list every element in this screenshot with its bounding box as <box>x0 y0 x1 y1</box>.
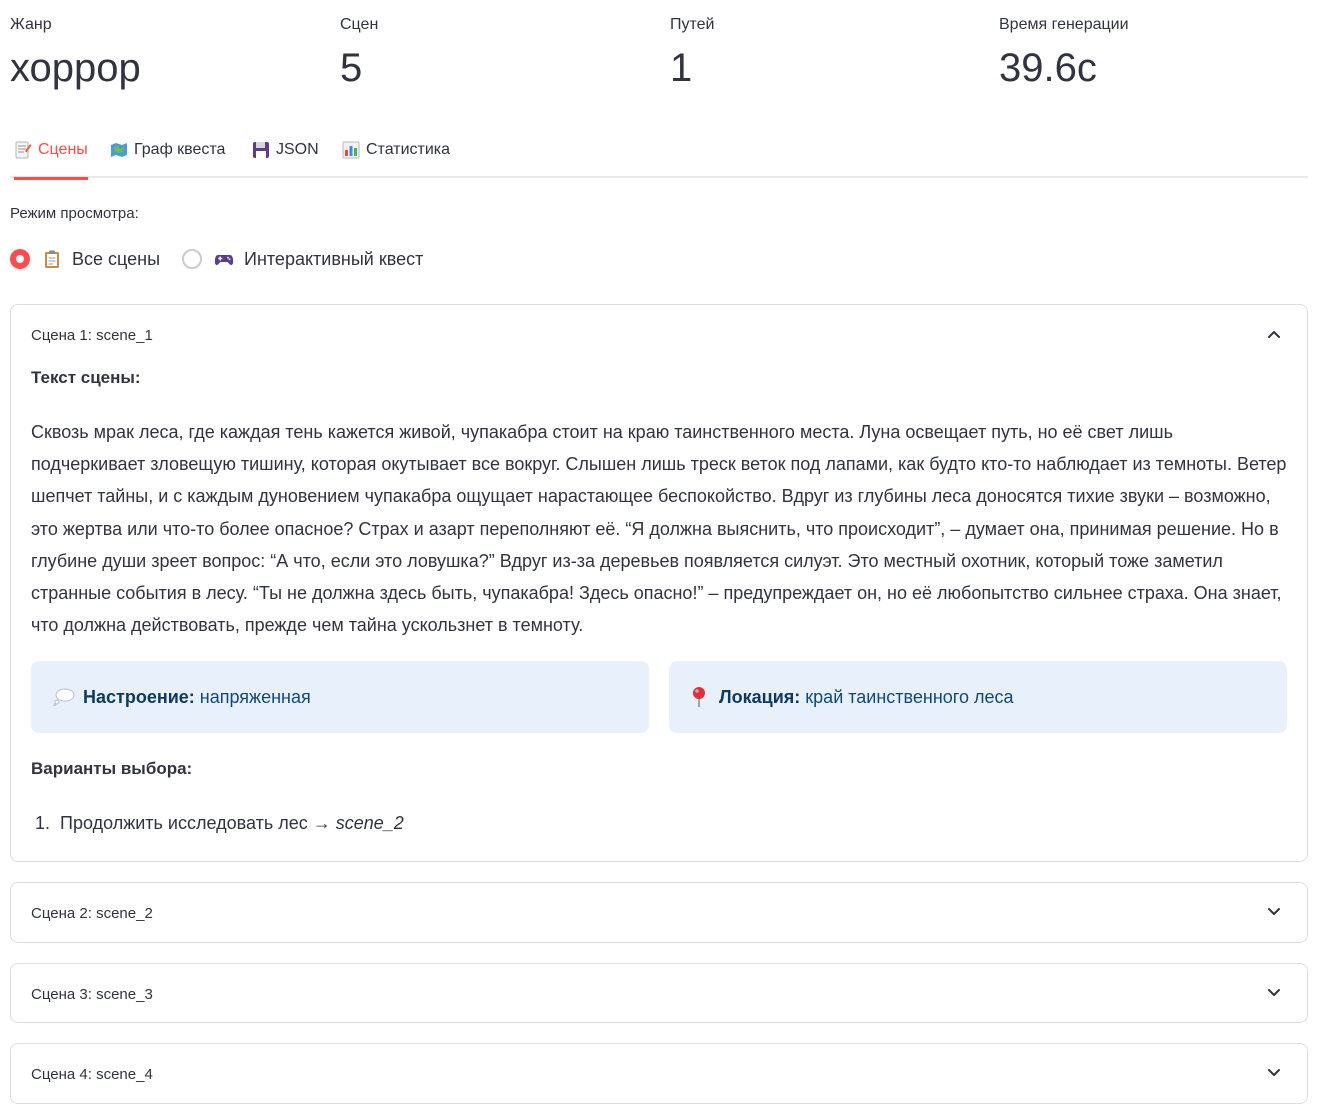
metric-value: 39.6с <box>999 46 1097 90</box>
choice-number: 1. <box>35 813 51 834</box>
chevron-down-icon[interactable] <box>1267 905 1281 919</box>
scene-expander-header[interactable]: Сцена 4: scene_4 <box>11 1044 1307 1104</box>
tab-label: Сцены <box>38 141 88 158</box>
scene-text: Сквозь мрак леса, где каждая тень кажетс… <box>31 422 1287 636</box>
memo-icon <box>15 141 32 159</box>
clipboard-icon <box>45 250 59 268</box>
view-mode-label: Режим просмотра: <box>10 205 139 222</box>
scene-expander-header[interactable]: Сцена 3: scene_3 <box>11 964 1307 1024</box>
thought-balloon-icon <box>53 688 75 707</box>
tab-quest-graph[interactable]: Граф квеста <box>110 138 225 178</box>
scene-expander-header[interactable]: Сцена 1: scene_1 <box>11 305 1307 365</box>
metric-value: 5 <box>340 46 363 90</box>
mood-label: Настроение: <box>83 686 195 707</box>
metric-value: 1 <box>670 46 693 90</box>
radio-label: Интерактивный квест <box>244 248 424 269</box>
scene-expander-header[interactable]: Сцена 2: scene_2 <box>11 883 1307 943</box>
tab-json[interactable]: JSON <box>252 138 319 178</box>
scene-text-heading: Текст сцены: <box>31 368 141 387</box>
arrow-right-icon: → <box>312 813 331 834</box>
metric-label: Жанр <box>10 16 52 33</box>
tab-scenes[interactable]: Сцены <box>14 138 88 180</box>
choice-target: scene_2 <box>335 813 404 834</box>
scene-title: Сцена 1: scene_1 <box>31 326 153 344</box>
metric-genre: Жанр хоррор <box>10 14 141 94</box>
bar-chart-icon <box>342 141 360 159</box>
scene-expander-body: Текст сцены: Сквозь мрак леса, где кажда… <box>11 368 1307 834</box>
active-tab-indicator <box>14 177 88 180</box>
choices-heading: Варианты выбора: <box>31 759 193 779</box>
scene-expander-4: Сцена 4: scene_4 <box>10 1043 1308 1104</box>
scene-expander-2: Сцена 2: scene_2 <box>10 882 1308 943</box>
scene-title: Сцена 4: scene_4 <box>31 1065 153 1083</box>
tab-label: JSON <box>276 141 319 158</box>
tab-statistics[interactable]: Статистика <box>342 138 450 178</box>
choice-item: 1. Продолжить исследовать лес → scene_2 <box>31 813 1287 834</box>
metric-label: Время генерации <box>999 16 1129 33</box>
metrics-row: Жанр хоррор Сцен 5 Путей 1 Время генерац… <box>10 14 1308 100</box>
mood-value: напряженная <box>199 686 311 707</box>
chevron-up-icon[interactable] <box>1267 327 1281 341</box>
map-icon <box>111 143 127 157</box>
view-mode-radio-group: Все сцены Интерактивный квест <box>10 246 445 272</box>
metric-generation-time: Время генерации 39.6с <box>999 14 1129 94</box>
mood-info-box: Настроение: напряженная <box>31 661 649 734</box>
radio-label: Все сцены <box>72 248 161 269</box>
radio-all-scenes[interactable]: Все сцены <box>10 249 160 270</box>
tab-label: Граф квеста <box>134 141 226 158</box>
pushpin-icon <box>693 687 705 708</box>
radio-unselected-icon[interactable] <box>182 249 203 269</box>
choice-text: Продолжить исследовать лес <box>60 813 308 834</box>
location-label: Локация: <box>719 686 801 707</box>
location-value: край таинственного леса <box>805 686 1014 707</box>
scene-expander-3: Сцена 3: scene_3 <box>10 963 1308 1023</box>
metric-label: Путей <box>670 16 715 33</box>
scene-info-row: Настроение: напряженная Локация: край та… <box>31 661 1287 734</box>
scene-title: Сцена 3: scene_3 <box>31 985 153 1003</box>
tab-bar: Сцены Граф квеста JSON Статистика <box>10 130 1308 180</box>
metric-paths: Путей 1 <box>670 14 714 94</box>
scene-expander-1: Сцена 1: scene_1 Текст сцены: Сквозь мра… <box>10 304 1308 862</box>
radio-interactive-quest[interactable]: Интерактивный квест <box>182 249 423 270</box>
gamepad-icon <box>214 255 234 265</box>
radio-selected-icon[interactable] <box>10 249 30 269</box>
scene-title: Сцена 2: scene_2 <box>31 904 153 922</box>
metric-label: Сцен <box>340 16 379 33</box>
location-info-box: Локация: край таинственного леса <box>669 661 1287 734</box>
chevron-down-icon[interactable] <box>1267 986 1281 1000</box>
metric-scenes: Сцен 5 <box>340 14 378 94</box>
floppy-disk-icon <box>253 142 269 158</box>
tab-label: Статистика <box>366 141 451 158</box>
chevron-down-icon[interactable] <box>1267 1066 1281 1080</box>
metric-value: хоррор <box>10 46 141 90</box>
